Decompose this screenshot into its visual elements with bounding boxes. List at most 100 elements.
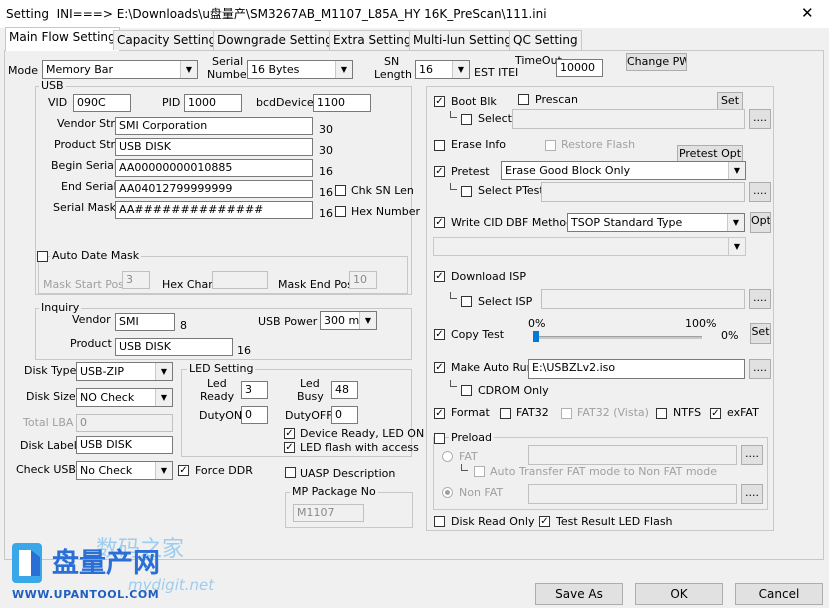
pid-input[interactable]: 1000	[184, 94, 242, 112]
tab-main-flow[interactable]: Main Flow Setting	[5, 27, 120, 51]
preload-checkbox[interactable]	[434, 433, 445, 444]
isp-path[interactable]	[541, 289, 745, 309]
pretest-checkbox[interactable]: ✓	[434, 166, 445, 177]
disk-label-input[interactable]: USB DISK	[76, 436, 173, 454]
disk-type-select[interactable]: USB-ZIP ▼	[76, 362, 173, 381]
download-isp-label: Download ISP	[451, 270, 527, 283]
tab-qc[interactable]: QC Setting	[509, 30, 582, 50]
inquiry-product-input[interactable]: USB DISK	[115, 338, 233, 356]
test-result-led-checkbox[interactable]: ✓	[539, 516, 550, 527]
timeout-input[interactable]: 10000	[556, 59, 603, 77]
ok-button[interactable]: OK	[635, 583, 723, 605]
product-str-input[interactable]: USB DISK	[115, 138, 313, 156]
copy-set-button[interactable]: Set	[750, 323, 771, 344]
chevron-down-icon: ▼	[335, 61, 352, 78]
select-isp-checkbox[interactable]	[461, 296, 472, 307]
force-ddr-checkbox[interactable]: ✓	[178, 465, 189, 476]
restore-flash-checkbox[interactable]	[545, 140, 556, 151]
select-ptest-checkbox[interactable]	[461, 186, 472, 197]
non-fat-radio[interactable]	[442, 487, 453, 498]
auto-run-path-input[interactable]: E:\USBZLv2.iso	[528, 359, 745, 379]
download-isp-checkbox[interactable]: ✓	[434, 271, 445, 282]
erase-info-checkbox[interactable]	[434, 140, 445, 151]
begin-serial-input[interactable]: AA00000000010885	[115, 159, 313, 177]
led-ready-input[interactable]: 3	[241, 381, 268, 399]
save-as-button[interactable]: Save As	[535, 583, 623, 605]
hex-number-checkbox[interactable]	[335, 206, 346, 217]
boot-blk-checkbox[interactable]: ✓	[434, 96, 445, 107]
isp-browse-button[interactable]: ....	[749, 289, 771, 309]
pretest-mode-select[interactable]: Erase Good Block Only ▼	[501, 161, 746, 180]
ptest-path[interactable]	[541, 182, 745, 202]
disk-size-select[interactable]: NO Check ▼	[76, 388, 173, 407]
led-busy-input[interactable]: 48	[331, 381, 358, 399]
mp-package-input[interactable]: M1107	[293, 504, 364, 522]
preload-fat-path[interactable]	[528, 445, 737, 465]
change-pw-button[interactable]: Change PW	[626, 53, 687, 71]
write-cid-checkbox[interactable]: ✓	[434, 217, 445, 228]
vid-input[interactable]: 090C	[73, 94, 131, 112]
preload-fat-browse-button[interactable]: ....	[741, 445, 763, 465]
cdrom-only-checkbox[interactable]	[461, 385, 472, 396]
format-checkbox[interactable]: ✓	[434, 408, 445, 419]
ntfs-checkbox[interactable]	[656, 408, 667, 419]
auto-date-mask-checkbox[interactable]	[37, 251, 48, 262]
non-fat-radio-label: Non FAT	[459, 486, 504, 499]
total-lba-input[interactable]: 0	[76, 414, 173, 432]
tab-multi-lun[interactable]: Multi-lun Setting	[409, 30, 516, 50]
boot-browse-button[interactable]: ....	[749, 109, 771, 129]
end-serial-input[interactable]: AA04012799999999	[115, 180, 313, 198]
exfat-checkbox[interactable]: ✓	[710, 408, 721, 419]
make-auto-run-checkbox[interactable]: ✓	[434, 362, 445, 373]
bcd-input[interactable]: 1100	[313, 94, 371, 112]
tab-downgrade[interactable]: Downgrade Setting	[213, 30, 337, 50]
serial-number-select[interactable]: 16 Bytes ▼	[247, 60, 353, 79]
auto-run-browse-button[interactable]: ....	[749, 359, 771, 379]
vendor-str-input[interactable]: SMI Corporation	[115, 117, 313, 135]
cancel-button[interactable]: Cancel	[735, 583, 823, 605]
ptest-browse-button[interactable]: ....	[749, 182, 771, 202]
disk-read-only-checkbox[interactable]	[434, 516, 445, 527]
copy-test-checkbox[interactable]: ✓	[434, 329, 445, 340]
tree-corner	[450, 292, 457, 299]
chk-sn-len-checkbox[interactable]	[335, 185, 346, 196]
fat-radio[interactable]	[442, 451, 453, 462]
usb-power-select[interactable]: 300 mA ▼	[320, 311, 377, 330]
copy-test-slider-track[interactable]	[536, 336, 702, 339]
preload-nonfat-browse-button[interactable]: ....	[741, 484, 763, 504]
led-flash-checkbox[interactable]: ✓	[284, 442, 295, 453]
boot-set-button[interactable]: Set	[717, 92, 743, 110]
boot-select-checkbox[interactable]	[461, 114, 472, 125]
uasp-checkbox[interactable]	[285, 467, 296, 478]
dbf-method-select[interactable]: TSOP Standard Type ▼	[567, 213, 745, 232]
mask-end-input[interactable]: 10	[349, 271, 377, 289]
tree-corner	[450, 111, 457, 118]
serial-mask-input[interactable]: AA##############	[115, 201, 313, 219]
duty-off-input[interactable]: 0	[331, 406, 358, 424]
tab-extra[interactable]: Extra Setting	[329, 30, 416, 50]
ntfs-label: NTFS	[673, 406, 702, 419]
fat32-vista-checkbox[interactable]	[561, 408, 572, 419]
prescan-checkbox[interactable]	[518, 94, 529, 105]
inquiry-vendor-input[interactable]: SMI	[115, 313, 175, 331]
sn-length-select[interactable]: 16 ▼	[415, 60, 470, 79]
hex-char-input[interactable]	[212, 271, 268, 289]
mask-end-label: Mask End Pos:	[278, 278, 357, 291]
auto-transfer-checkbox[interactable]	[474, 466, 485, 477]
fat32-checkbox[interactable]	[500, 408, 511, 419]
copy-test-slider-thumb[interactable]	[533, 331, 539, 342]
tab-capacity[interactable]: Capacity Setting	[113, 30, 221, 50]
duty-on-label: DutyON	[199, 409, 243, 422]
mask-start-input[interactable]: 3	[122, 271, 150, 289]
duty-on-input[interactable]: 0	[241, 406, 268, 424]
mode-select[interactable]: Memory Bar ▼	[42, 60, 198, 79]
opt-button[interactable]: Opt	[750, 212, 771, 233]
device-ready-checkbox[interactable]: ✓	[284, 428, 295, 439]
close-icon[interactable]: ✕	[801, 6, 814, 21]
device-ready-label: Device Ready, LED ON	[300, 427, 425, 440]
boot-select-path[interactable]	[512, 109, 745, 129]
preload-nonfat-path[interactable]	[528, 484, 737, 504]
cid-extra-select[interactable]: ▼	[433, 237, 746, 256]
check-usb-select[interactable]: No Check ▼	[76, 461, 173, 480]
test-item-label: EST ITEI	[474, 66, 519, 79]
